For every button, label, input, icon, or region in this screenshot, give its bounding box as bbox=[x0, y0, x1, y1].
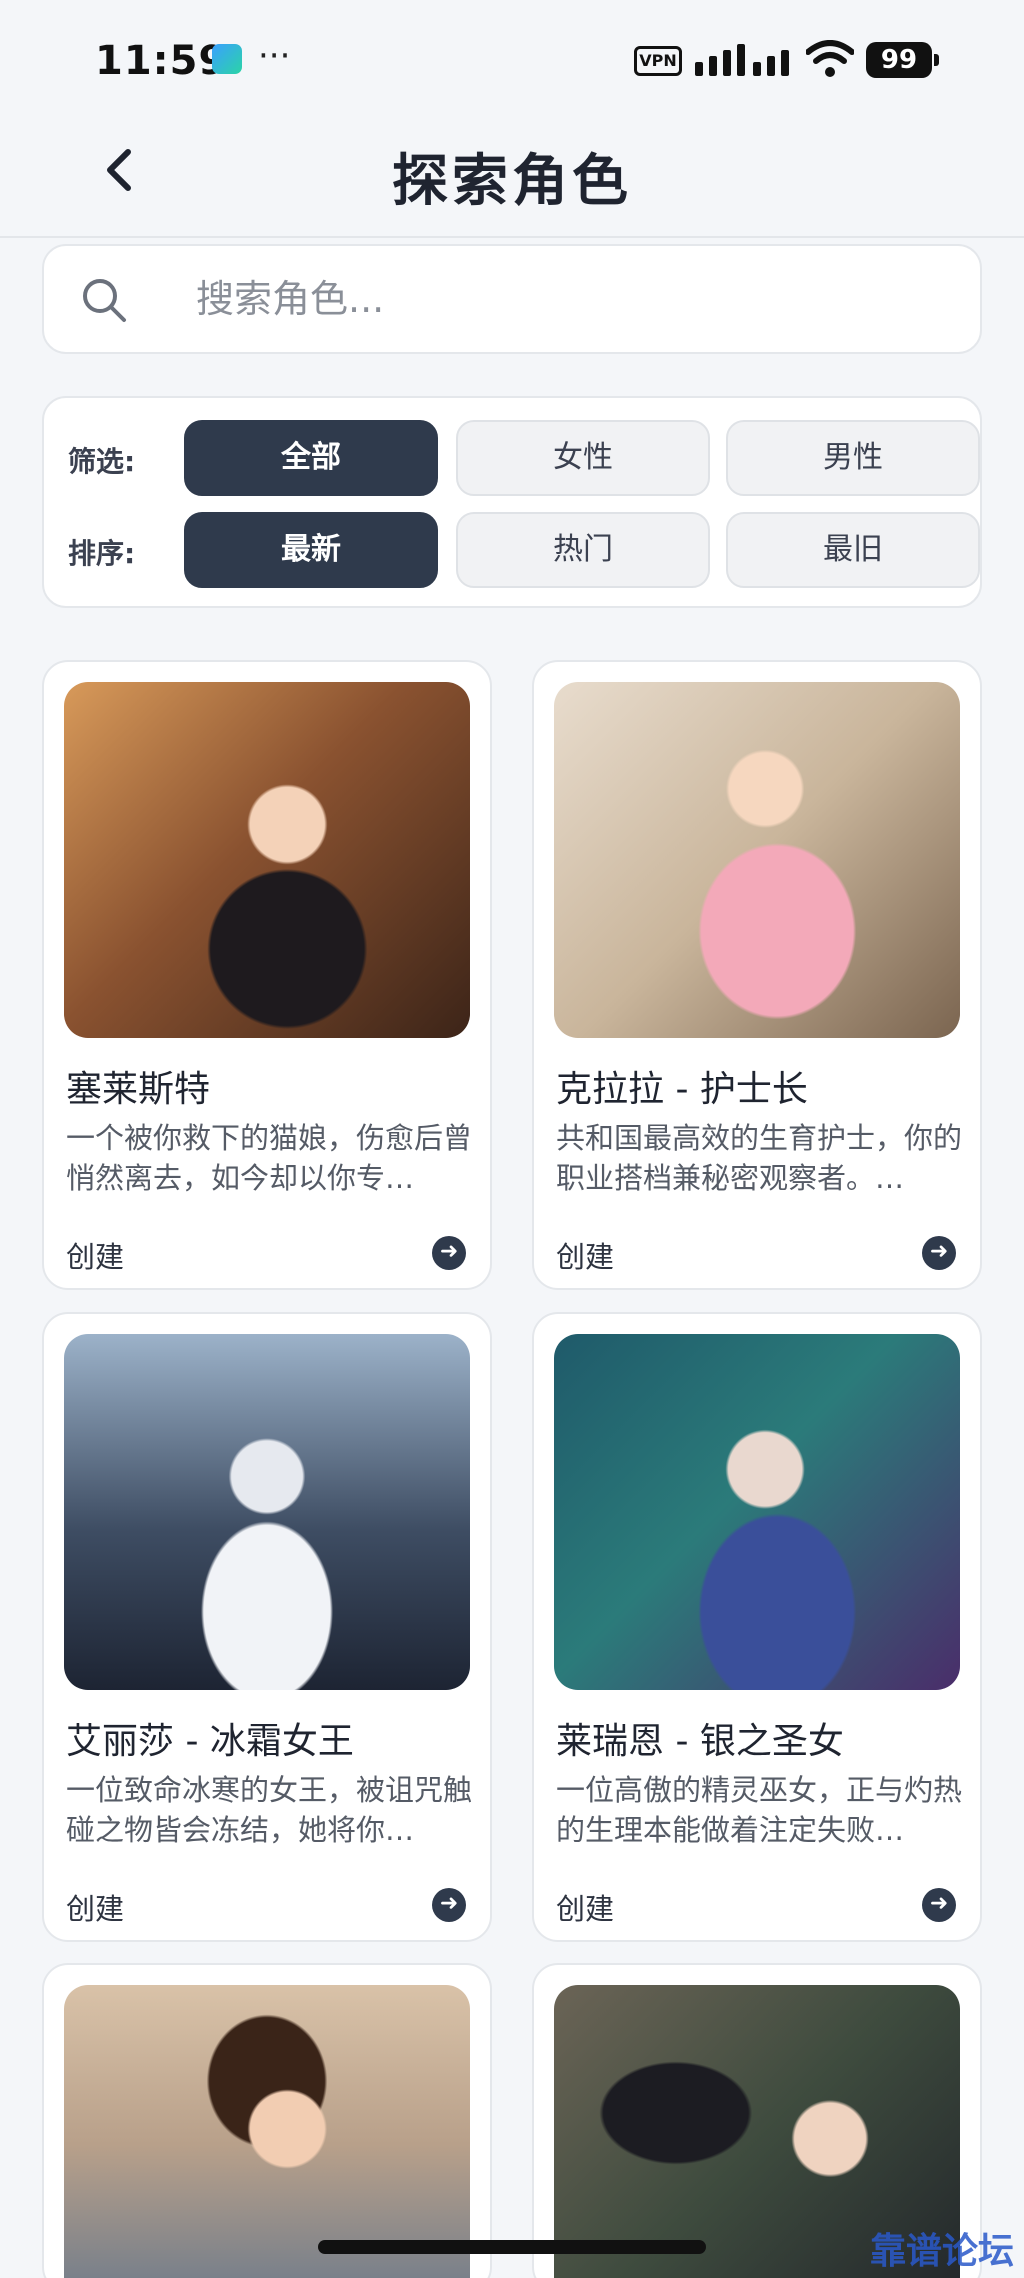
filter-row: 筛选: 全部 女性 男性 bbox=[68, 420, 980, 498]
status-time: 11:59 bbox=[95, 38, 228, 84]
create-label[interactable]: 创建 bbox=[66, 1886, 124, 1928]
character-card[interactable]: 塞莱斯特 一个被你救下的猫娘，伤愈后曾悄然离去，如今却以你专… 创建 ➜ bbox=[42, 660, 492, 1290]
character-image bbox=[554, 1334, 960, 1690]
filter-chip-female[interactable]: 女性 bbox=[456, 420, 710, 496]
sort-chip-newest[interactable]: 最新 bbox=[184, 512, 438, 588]
character-card[interactable]: 克拉拉 - 护士长 共和国最高效的生育护士，你的职业搭档兼秘密观察者。… 创建 … bbox=[532, 660, 982, 1290]
sort-row: 排序: 最新 热门 最旧 bbox=[68, 512, 980, 590]
sort-chip-popular[interactable]: 热门 bbox=[456, 512, 710, 588]
watermark-logo: 靠谱论坛 bbox=[869, 2231, 1014, 2272]
arrow-right-icon[interactable]: ➜ bbox=[922, 1888, 956, 1922]
search-icon bbox=[83, 279, 126, 322]
vpn-icon: VPN bbox=[634, 46, 682, 76]
character-image bbox=[554, 682, 960, 1038]
character-name: 塞莱斯特 bbox=[66, 1069, 211, 1110]
character-image bbox=[64, 1334, 470, 1690]
search-input[interactable] bbox=[196, 264, 936, 334]
signal-icon bbox=[695, 42, 795, 76]
status-bar: 11:59 ··· VPN 99 bbox=[0, 0, 1024, 120]
character-description: 一位致命冰寒的女王，被诅咒触碰之物皆会冻结，她将你… bbox=[66, 1773, 472, 1847]
character-description: 共和国最高效的生育护士，你的职业搭档兼秘密观察者。… bbox=[556, 1121, 962, 1195]
search-bar bbox=[42, 244, 982, 354]
character-image bbox=[64, 1985, 470, 2278]
character-name: 莱瑞恩 - 银之圣女 bbox=[556, 1721, 844, 1762]
more-notifications-icon: ··· bbox=[258, 36, 291, 76]
filter-panel: 筛选: 全部 女性 男性 排序: 最新 热门 最旧 bbox=[42, 396, 982, 608]
sort-label: 排序: bbox=[68, 537, 136, 570]
wifi-icon bbox=[806, 40, 854, 77]
app-notification-icon bbox=[212, 44, 242, 74]
arrow-right-icon[interactable]: ➜ bbox=[432, 1236, 466, 1270]
character-card[interactable]: 艾丽莎 - 冰霜女王 一位致命冰寒的女王，被诅咒触碰之物皆会冻结，她将你… 创建… bbox=[42, 1312, 492, 1942]
arrow-right-icon[interactable]: ➜ bbox=[922, 1236, 956, 1270]
character-description: 一个被你救下的猫娘，伤愈后曾悄然离去，如今却以你专… bbox=[66, 1121, 472, 1195]
sort-chip-oldest[interactable]: 最旧 bbox=[726, 512, 980, 588]
character-description: 一位高傲的精灵巫女，正与灼热的生理本能做着注定失败… bbox=[556, 1773, 962, 1847]
create-label[interactable]: 创建 bbox=[556, 1886, 614, 1928]
character-card[interactable]: 莱瑞恩 - 银之圣女 一位高傲的精灵巫女，正与灼热的生理本能做着注定失败… 创建… bbox=[532, 1312, 982, 1942]
create-label[interactable]: 创建 bbox=[66, 1234, 124, 1276]
filter-chip-male[interactable]: 男性 bbox=[726, 420, 980, 496]
arrow-right-icon[interactable]: ➜ bbox=[432, 1888, 466, 1922]
character-image bbox=[64, 682, 470, 1038]
filter-label: 筛选: bbox=[68, 445, 136, 478]
app-header: 探索角色 bbox=[0, 120, 1024, 238]
character-name: 克拉拉 - 护士长 bbox=[556, 1069, 808, 1110]
create-label[interactable]: 创建 bbox=[556, 1234, 614, 1276]
filter-chip-all[interactable]: 全部 bbox=[184, 420, 438, 496]
home-indicator[interactable] bbox=[318, 2240, 706, 2254]
character-name: 艾丽莎 - 冰霜女王 bbox=[66, 1721, 354, 1762]
page-title: 探索角色 bbox=[392, 149, 632, 214]
battery-icon: 99 bbox=[866, 42, 939, 78]
character-card[interactable] bbox=[42, 1963, 492, 2278]
